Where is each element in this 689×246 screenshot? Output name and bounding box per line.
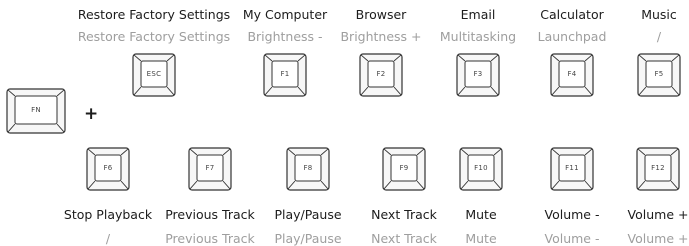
f11-key-label: F11 [565, 164, 579, 172]
f10-key: F10 [459, 147, 503, 191]
f5-mac-function: / [656, 29, 662, 44]
esc-key: ESC [132, 53, 176, 97]
f7-mac-function: Previous Track [165, 231, 255, 246]
fn-key-label: FN [31, 106, 41, 114]
f9-mac-function: Next Track [371, 231, 437, 246]
esc-key-label: ESC [146, 70, 162, 78]
plus-sign: + [84, 104, 99, 124]
esc-mac-function: Restore Factory Settings [77, 29, 231, 44]
f1-key: F1 [263, 53, 307, 97]
f2-key-label: F2 [376, 70, 386, 78]
f8-key: F8 [286, 147, 330, 191]
f8-windows-function: Play/Pause [274, 207, 342, 222]
f12-windows-function: Volume + [627, 207, 689, 222]
f10-key-label: F10 [474, 164, 488, 172]
f6-mac-function: / [105, 231, 111, 246]
f11-key: F11 [550, 147, 594, 191]
f12-mac-function: Volume + [627, 231, 689, 246]
f11-windows-function: Volume - [544, 207, 600, 222]
f5-key-label: F5 [654, 70, 664, 78]
f10-mac-function: Mute [465, 231, 497, 246]
f7-windows-function: Previous Track [165, 207, 255, 222]
f7-key: F7 [188, 147, 232, 191]
f12-key-label: F12 [651, 164, 665, 172]
f9-key-label: F9 [399, 164, 409, 172]
f6-key: F6 [86, 147, 130, 191]
f4-key: F4 [550, 53, 594, 97]
f11-mac-function: Volume - [544, 231, 600, 246]
f9-windows-function: Next Track [371, 207, 437, 222]
f3-key: F3 [456, 53, 500, 97]
f7-key-label: F7 [205, 164, 215, 172]
f3-mac-function: Multitasking [439, 29, 517, 44]
f5-windows-function: Music [641, 7, 677, 22]
f6-key-label: F6 [103, 164, 113, 172]
f4-key-label: F4 [567, 70, 577, 78]
f3-key-label: F3 [473, 70, 483, 78]
fn-key: FN [6, 88, 66, 134]
f2-key: F2 [359, 53, 403, 97]
f8-mac-function: Play/Pause [274, 231, 342, 246]
f9-key: F9 [382, 147, 426, 191]
f12-key: F12 [636, 147, 680, 191]
f1-mac-function: Brightness - [247, 29, 323, 44]
f10-windows-function: Mute [465, 207, 497, 222]
esc-windows-function: Restore Factory Settings [77, 7, 231, 22]
f4-mac-function: Launchpad [537, 29, 607, 44]
f1-key-label: F1 [280, 70, 290, 78]
f2-mac-function: Brightness + [340, 29, 422, 44]
f8-key-label: F8 [303, 164, 313, 172]
f4-windows-function: Calculator [540, 7, 604, 22]
f3-windows-function: Email [460, 7, 496, 22]
f6-windows-function: Stop Playback [63, 207, 153, 222]
f2-windows-function: Browser [355, 7, 407, 22]
f1-windows-function: My Computer [242, 7, 328, 22]
f5-key: F5 [637, 53, 681, 97]
